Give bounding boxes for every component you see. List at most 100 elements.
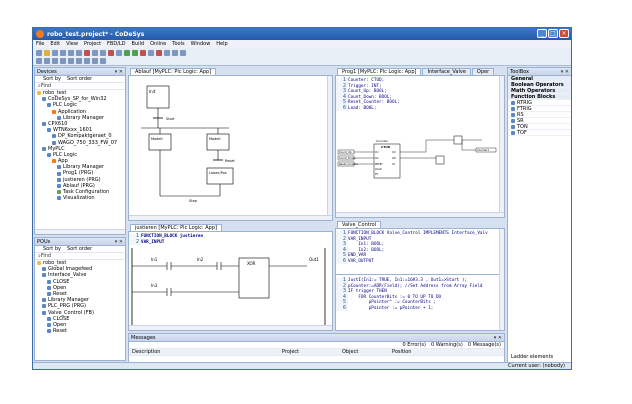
sort-order-button[interactable]: Sort order <box>67 76 92 82</box>
open-icon[interactable] <box>44 49 50 56</box>
pin-cd: CD <box>375 157 379 160</box>
cfc-editor[interactable]: 1 Counter: CTUD; 2 Trigger: INT; 3 Count_Up: … <box>335 75 505 218</box>
panel-controls-icon[interactable]: ▾ ✕ <box>561 69 569 75</box>
find-icon[interactable] <box>116 49 122 56</box>
find-button[interactable]: ⌕ Find <box>35 253 125 260</box>
sort-by-button[interactable]: Sort by <box>43 246 61 252</box>
column-description[interactable]: Description <box>132 349 282 355</box>
tree-node-icon <box>47 152 51 157</box>
sfc-transition-label: Start <box>166 117 175 121</box>
redo-icon[interactable] <box>76 49 82 56</box>
warning-filter[interactable]: 0 Warning(s) <box>431 342 463 348</box>
new-icon[interactable] <box>36 49 42 56</box>
menu-window[interactable]: Window <box>191 41 211 47</box>
tab-valve-control[interactable]: Valve_Control <box>337 221 382 228</box>
messages-panel: Messages ▾ ✕ 0 Error(s) 0 Warning(s) 0 M… <box>128 333 505 363</box>
coil-icon[interactable] <box>44 58 50 64</box>
copy-icon[interactable] <box>92 49 98 56</box>
return-icon[interactable] <box>76 58 82 64</box>
delete-icon[interactable] <box>108 49 114 56</box>
tab-justieren[interactable]: justieren [MyPLC: Plc Logic: App] <box>130 224 222 231</box>
error-filter[interactable]: 0 Error(s) <box>402 342 425 348</box>
login-icon[interactable] <box>132 49 138 56</box>
box-icon[interactable] <box>52 58 58 64</box>
tree-node-icon <box>52 134 56 139</box>
column-object[interactable]: Object <box>342 349 392 355</box>
st-editor[interactable]: 1 FUNCTION_BLOCK Valve_Control IMPLEMENTS… <box>335 228 505 331</box>
panel-controls-icon[interactable]: ▾ ✕ <box>494 335 502 341</box>
sfc-diagram: Init Start Modell Modell Reset Lower/Pos… <box>141 85 235 203</box>
cut-icon[interactable] <box>84 49 90 56</box>
menu-help[interactable]: Help <box>216 41 227 47</box>
vertical-scrollbar[interactable] <box>327 76 332 220</box>
sfc-editor[interactable]: Init Start Modell Modell Reset Lower/Pos… <box>128 75 333 221</box>
horizontal-scrollbar[interactable] <box>129 325 332 330</box>
print-icon[interactable] <box>60 49 66 56</box>
sort-order-button[interactable]: Sort order <box>67 246 92 252</box>
close-button[interactable]: × <box>559 29 569 38</box>
horizontal-scrollbar[interactable] <box>35 229 125 234</box>
function-block-icon <box>511 118 515 123</box>
negate-icon[interactable] <box>92 58 98 64</box>
panel-controls-icon[interactable]: ▾ ✕ <box>115 69 123 75</box>
logout-icon[interactable] <box>140 49 146 56</box>
devices-tree-item[interactable]: Visualization <box>35 195 125 201</box>
tree-node-icon <box>42 310 46 315</box>
sfc-step-lower: Lower/Pos <box>209 171 227 175</box>
cfc-diagram: Count_Up Count_Down Reset_Counter Counte… <box>337 135 497 179</box>
menu-file[interactable]: File <box>36 41 44 47</box>
menu-fbd-ld[interactable]: FBD/LD <box>107 41 125 47</box>
horizontal-scrollbar[interactable] <box>336 212 504 217</box>
tree-node-icon <box>57 196 61 201</box>
menu-view[interactable]: View <box>66 41 78 47</box>
step-icon[interactable] <box>180 49 186 56</box>
minimize-button[interactable]: _ <box>537 29 547 38</box>
contact-in3: In3 <box>151 283 158 288</box>
menu-tools[interactable]: Tools <box>172 41 184 47</box>
tab-ablauf[interactable]: Ablauf [MyPLC: Plc Logic: App] <box>130 68 217 75</box>
tab-prog1[interactable]: Prog1 [MyPLC: Plc Logic: App] <box>337 68 422 75</box>
horizontal-scrollbar[interactable] <box>129 215 332 220</box>
tree-node-icon <box>47 316 51 321</box>
menu-online[interactable]: Online <box>150 41 166 47</box>
pous-tree-item[interactable]: Reset <box>35 328 125 334</box>
jump-icon[interactable] <box>68 58 74 64</box>
build-icon[interactable] <box>124 49 130 56</box>
pin-pv: PV <box>375 173 378 176</box>
vertical-scrollbar[interactable] <box>499 76 504 217</box>
tab-open[interactable]: Oper <box>471 68 495 75</box>
tree-node-icon <box>42 298 46 303</box>
undo-icon[interactable] <box>68 49 74 56</box>
vertical-scrollbar[interactable] <box>499 229 504 330</box>
reset-icon[interactable] <box>164 49 170 56</box>
ladder-elements-label[interactable]: Ladder elements <box>511 354 553 360</box>
message-filter[interactable]: 0 Message(s) <box>468 342 501 348</box>
column-position[interactable]: Position <box>392 349 411 355</box>
stop-icon[interactable] <box>156 49 162 56</box>
set-reset-icon[interactable] <box>100 58 106 64</box>
network-icon[interactable] <box>60 58 66 64</box>
panel-controls-icon[interactable]: ▾ ✕ <box>115 239 123 245</box>
column-project[interactable]: Project <box>282 349 342 355</box>
contact-icon[interactable] <box>36 58 42 64</box>
line-number: 6 <box>336 305 348 311</box>
maximize-button[interactable]: □ <box>548 29 558 38</box>
ld-editor[interactable]: 1 FUNCTION_BLOCK justieren 2 VAR_INPUT In1… <box>128 231 333 331</box>
find-button[interactable]: ⌕ Find <box>35 83 125 90</box>
parallel-icon[interactable] <box>84 58 90 64</box>
menu-build[interactable]: Build <box>132 41 145 47</box>
toolbox-item[interactable]: TOF <box>508 130 571 136</box>
pous-title: POUs <box>37 238 51 245</box>
menu-project[interactable]: Project <box>84 41 101 47</box>
tree-node-icon <box>57 190 61 195</box>
paste-icon[interactable] <box>100 49 106 56</box>
tab-interface-valve[interactable]: Interface_Valve <box>422 68 471 75</box>
sort-by-button[interactable]: Sort by <box>43 76 61 82</box>
save-icon[interactable] <box>52 49 58 56</box>
tree-item-label: Library Manager <box>63 114 104 121</box>
breakpoint-icon[interactable] <box>172 49 178 56</box>
menu-edit[interactable]: Edit <box>50 41 60 47</box>
pin-cv: CV <box>392 163 396 166</box>
xor-block: XOR <box>247 261 256 266</box>
run-icon[interactable] <box>148 49 154 56</box>
